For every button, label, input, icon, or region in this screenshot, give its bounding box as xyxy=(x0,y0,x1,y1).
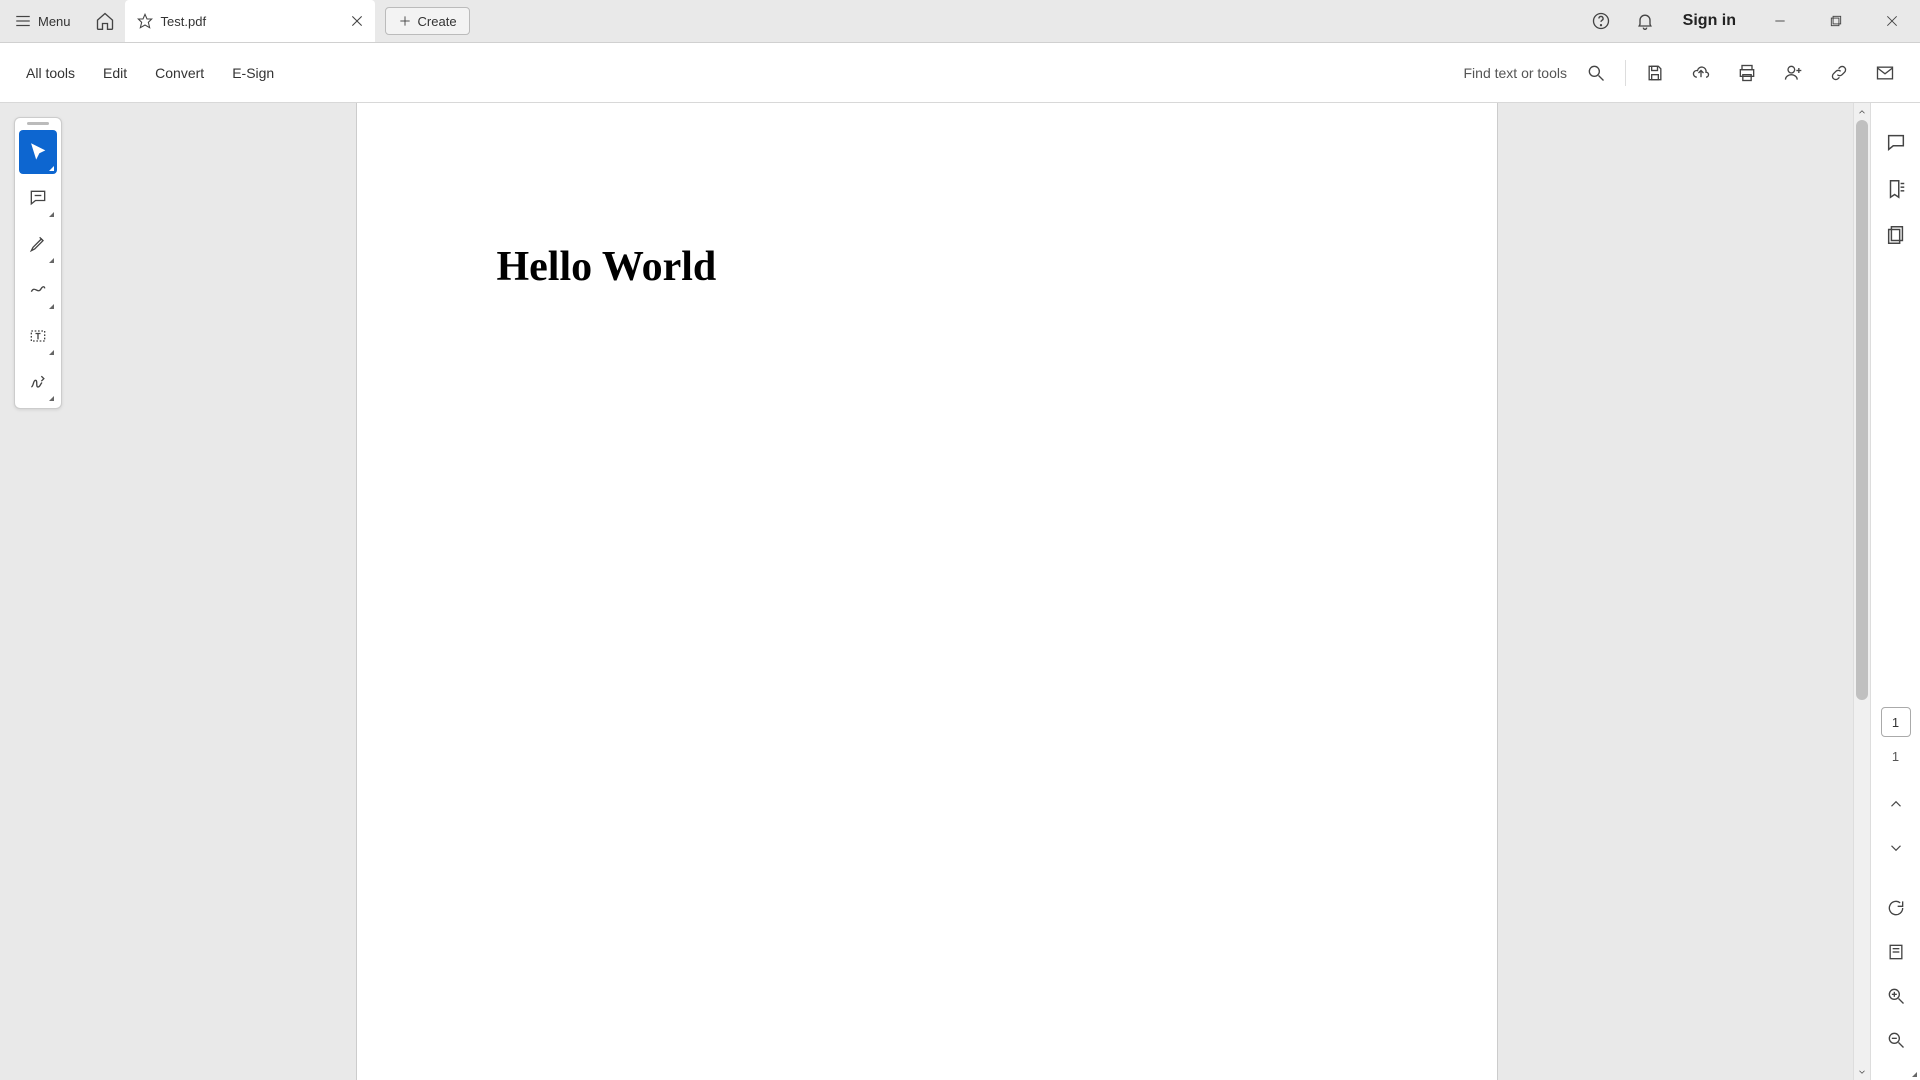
bell-icon xyxy=(1635,11,1655,31)
menu-label: Menu xyxy=(38,14,71,29)
quick-tools-palette xyxy=(14,117,62,409)
user-plus-icon xyxy=(1783,63,1803,83)
convert-menu[interactable]: Convert xyxy=(141,43,218,102)
tab-title: Test.pdf xyxy=(161,14,341,29)
rotate-icon xyxy=(1886,898,1906,918)
document-tab[interactable]: Test.pdf xyxy=(125,0,375,42)
notifications-button[interactable] xyxy=(1623,0,1667,42)
zoom-out-button[interactable] xyxy=(1876,1020,1916,1060)
highlight-tool[interactable] xyxy=(19,222,57,266)
create-button[interactable]: Create xyxy=(385,7,470,35)
bookmarks-panel-button[interactable] xyxy=(1876,169,1916,209)
menu-button[interactable]: Menu xyxy=(0,0,85,42)
scroll-track[interactable] xyxy=(1854,120,1870,1063)
close-button[interactable] xyxy=(1864,0,1920,42)
vertical-scrollbar[interactable] xyxy=(1853,103,1870,1080)
zoom-in-icon xyxy=(1886,986,1906,1006)
select-tool[interactable] xyxy=(19,130,57,174)
scroll-down-button[interactable] xyxy=(1854,1063,1870,1080)
document-heading: Hello World xyxy=(497,243,1357,291)
save-button[interactable] xyxy=(1632,43,1678,102)
page-up-button[interactable] xyxy=(1876,784,1916,824)
email-button[interactable] xyxy=(1862,43,1908,102)
rotate-button[interactable] xyxy=(1876,888,1916,928)
pages-icon xyxy=(1885,224,1907,246)
chevron-down-icon xyxy=(1887,839,1905,857)
document-page: Hello World xyxy=(357,103,1497,1080)
print-icon xyxy=(1737,63,1757,83)
comments-panel-button[interactable] xyxy=(1876,123,1916,163)
minimize-icon xyxy=(1773,14,1787,28)
print-button[interactable] xyxy=(1724,43,1770,102)
cloud-upload-icon xyxy=(1691,63,1711,83)
comment-icon xyxy=(28,188,48,208)
help-button[interactable] xyxy=(1579,0,1623,42)
page-display-button[interactable] xyxy=(1876,932,1916,972)
chevron-down-icon xyxy=(1857,1067,1867,1077)
help-icon xyxy=(1591,11,1611,31)
link-button[interactable] xyxy=(1816,43,1862,102)
home-button[interactable] xyxy=(85,0,125,42)
sign-tool[interactable] xyxy=(19,360,57,404)
titlebar-right: Sign in xyxy=(1579,0,1920,42)
star-icon xyxy=(137,13,153,29)
page-number-input[interactable] xyxy=(1881,707,1911,737)
upload-button[interactable] xyxy=(1678,43,1724,102)
zoom-out-icon xyxy=(1886,1030,1906,1050)
draw-icon xyxy=(28,280,48,300)
content-area: Hello World 1 xyxy=(0,103,1920,1080)
divider xyxy=(1625,60,1626,86)
create-label: Create xyxy=(418,14,457,29)
esign-menu[interactable]: E-Sign xyxy=(218,43,288,102)
toolbar: All tools Edit Convert E-Sign Find text … xyxy=(0,43,1920,103)
search-button[interactable] xyxy=(1573,43,1619,102)
comment-tool[interactable] xyxy=(19,176,57,220)
speech-bubble-icon xyxy=(1885,132,1907,154)
highlighter-icon xyxy=(28,234,48,254)
minimize-button[interactable] xyxy=(1752,0,1808,42)
save-icon xyxy=(1645,63,1665,83)
email-icon xyxy=(1875,63,1895,83)
scroll-thumb[interactable] xyxy=(1856,120,1868,700)
page-down-button[interactable] xyxy=(1876,828,1916,868)
find-label: Find text or tools xyxy=(1464,65,1568,81)
cursor-icon xyxy=(28,142,48,162)
document-viewport[interactable]: Hello World xyxy=(0,103,1853,1080)
signature-icon xyxy=(28,372,48,392)
hamburger-icon xyxy=(14,12,32,30)
plus-icon xyxy=(398,14,412,28)
close-icon xyxy=(1885,14,1899,28)
draw-tool[interactable] xyxy=(19,268,57,312)
textbox-tool[interactable] xyxy=(19,314,57,358)
link-icon xyxy=(1829,63,1849,83)
share-user-button[interactable] xyxy=(1770,43,1816,102)
bookmark-icon xyxy=(1885,178,1907,200)
signin-button[interactable]: Sign in xyxy=(1667,12,1752,30)
tab-close-icon[interactable] xyxy=(349,13,365,29)
right-rail: 1 xyxy=(1870,103,1920,1080)
search-icon xyxy=(1586,63,1606,83)
maximize-button[interactable] xyxy=(1808,0,1864,42)
zoom-in-button[interactable] xyxy=(1876,976,1916,1016)
textbox-icon xyxy=(28,326,48,346)
maximize-icon xyxy=(1829,14,1843,28)
page-total: 1 xyxy=(1892,749,1899,764)
home-icon xyxy=(95,11,115,31)
chevron-up-icon xyxy=(1857,107,1867,117)
page-layout-icon xyxy=(1886,942,1906,962)
chevron-up-icon xyxy=(1887,795,1905,813)
scroll-up-button[interactable] xyxy=(1854,103,1870,120)
palette-grip[interactable] xyxy=(19,122,57,126)
edit-menu[interactable]: Edit xyxy=(89,43,141,102)
all-tools-menu[interactable]: All tools xyxy=(12,43,89,102)
pages-panel-button[interactable] xyxy=(1876,215,1916,255)
titlebar: Menu Test.pdf Create Sign in xyxy=(0,0,1920,43)
